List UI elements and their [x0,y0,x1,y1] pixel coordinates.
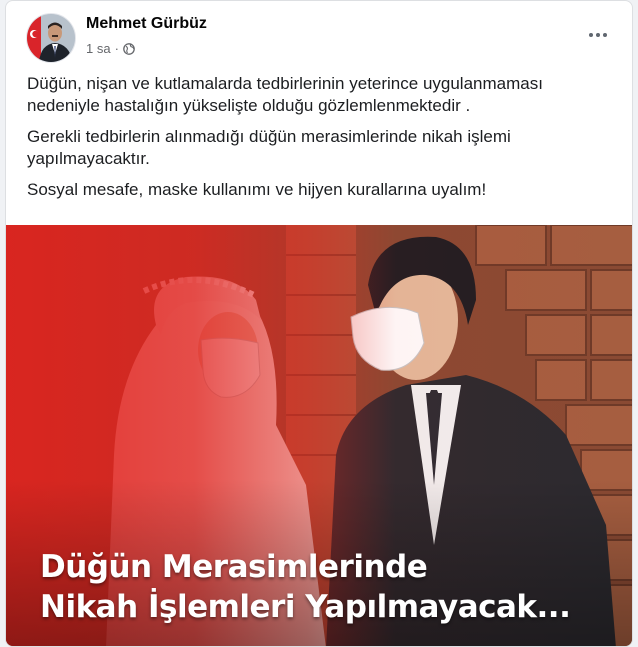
post-time[interactable]: 1 sa [86,41,111,56]
meta-separator: · [114,41,119,56]
post-paragraph: Sosyal mesafe, maske kullanımı ve hijyen… [27,180,487,199]
more-dot [589,33,593,37]
author-avatar[interactable] [26,13,76,63]
author-name[interactable]: Mehmet Gürbüz [86,15,207,33]
more-dot [603,33,607,37]
globe-icon[interactable] [123,42,135,55]
more-options-icon[interactable] [584,23,612,47]
post-image[interactable]: Düğün Merasimlerinde Nikah İşlemleri Yap… [6,225,632,646]
caption-line: Nikah İşlemleri Yapılmayacak... [40,589,571,625]
image-caption: Düğün Merasimlerinde Nikah İşlemleri Yap… [40,547,571,627]
more-dot [596,33,600,37]
post-card: Mehmet Gürbüz 1 sa · Düğün, nişan ve kut… [5,0,633,647]
post-paragraph: Düğün, nişan ve kutlamalarda tedbirlerin… [27,74,543,115]
caption-line: Düğün Merasimlerinde [40,549,428,585]
post-paragraph: Gerekli tedbirlerin alınmadığı düğün mer… [27,127,511,168]
avatar-image [27,14,75,62]
post-meta: 1 sa · [86,41,135,56]
post-text: Düğün, nişan ve kutlamalarda tedbirlerin… [27,73,613,210]
